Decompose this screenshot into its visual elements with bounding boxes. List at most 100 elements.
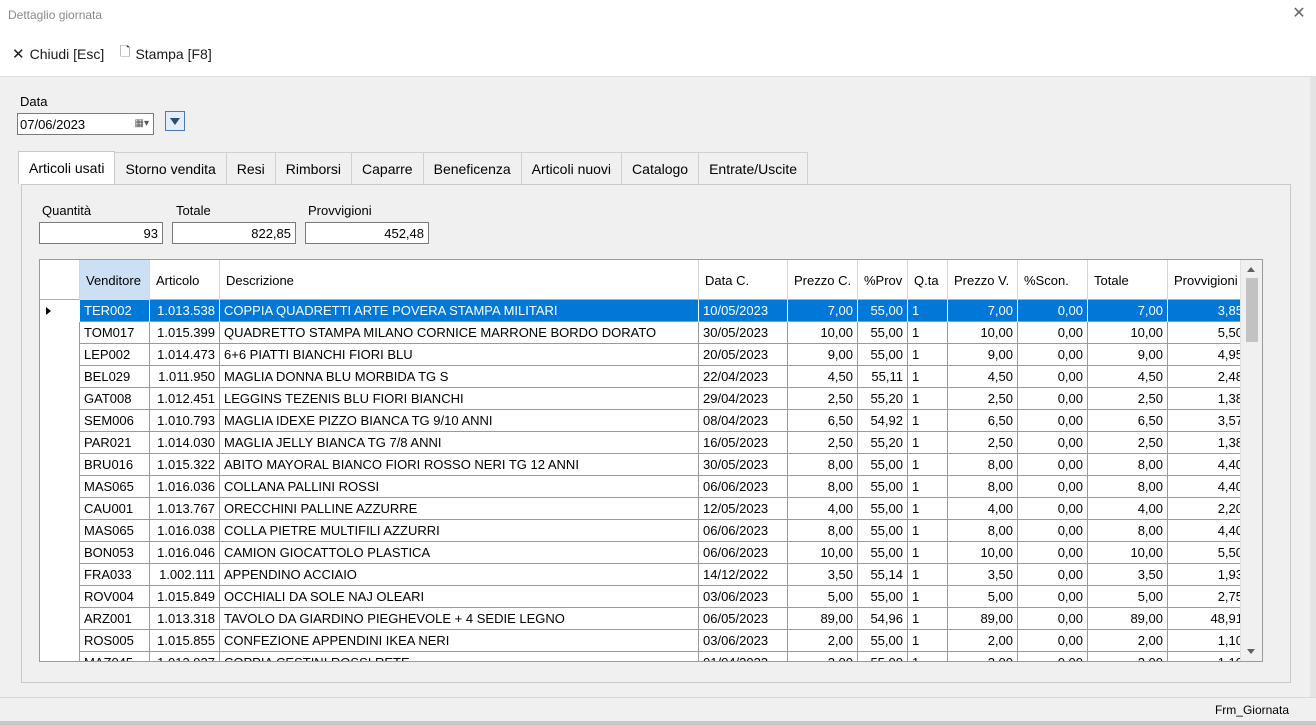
cell[interactable]: MAGLIA IDEXE PIZZO BIANCA TG 9/10 ANNI: [220, 410, 699, 432]
cell[interactable]: 1.015.322: [150, 454, 220, 476]
cell[interactable]: COLLA PIETRE MULTIFILI AZZURRI: [220, 520, 699, 542]
cell[interactable]: FRA033: [80, 564, 150, 586]
cell[interactable]: 2,00: [1088, 630, 1168, 652]
cell[interactable]: MAGLIA DONNA BLU MORBIDA TG S: [220, 366, 699, 388]
cell[interactable]: LEGGINS TEZENIS BLU FIORI BIANCHI: [220, 388, 699, 410]
date-picker[interactable]: 07/06/2023 ▦▾: [17, 113, 154, 135]
cell[interactable]: 0,00: [1018, 564, 1088, 586]
articles-grid[interactable]: Venditore Articolo Descrizione Data C. Prezz…: [39, 259, 1263, 662]
cell[interactable]: 1.015.399: [150, 322, 220, 344]
cell[interactable]: 1.002.111: [150, 564, 220, 586]
cell[interactable]: 20/05/2023: [699, 344, 788, 366]
cell[interactable]: 2,00: [788, 630, 858, 652]
cell[interactable]: ABITO MAYORAL BIANCO FIORI ROSSO NERI TG…: [220, 454, 699, 476]
cell[interactable]: 10,00: [1088, 542, 1168, 564]
cell[interactable]: 3,50: [1088, 564, 1168, 586]
cell[interactable]: 1: [908, 322, 948, 344]
table-row[interactable]: SEM006 1.010.793 MAGLIA IDEXE PIZZO BIANCA…: [40, 410, 1240, 432]
cell[interactable]: 1: [908, 498, 948, 520]
cell[interactable]: GAT008: [80, 388, 150, 410]
row-indicator[interactable]: [40, 476, 80, 498]
column-header[interactable]: Provvigioni: [1168, 260, 1248, 300]
cell[interactable]: 0,00: [1018, 498, 1088, 520]
filter-button[interactable]: [165, 111, 185, 131]
cell[interactable]: 9,00: [1088, 344, 1168, 366]
cell[interactable]: 2,75: [1168, 586, 1240, 608]
cell[interactable]: 8,00: [1088, 476, 1168, 498]
cell[interactable]: MAS065: [80, 476, 150, 498]
tab-rimborsi[interactable]: Rimborsi: [274, 152, 353, 184]
cell[interactable]: 2,48: [1168, 366, 1240, 388]
cell[interactable]: 0,00: [1018, 366, 1088, 388]
cell[interactable]: 2,50: [788, 432, 858, 454]
cell[interactable]: MAZ045: [80, 652, 150, 661]
cell[interactable]: 06/06/2023: [699, 542, 788, 564]
table-row[interactable]: TER002 1.013.538 COPPIA QUADRETTI ARTE POV…: [40, 300, 1240, 322]
row-indicator[interactable]: [40, 586, 80, 608]
cell[interactable]: 0,00: [1018, 476, 1088, 498]
cell[interactable]: 0,00: [1018, 388, 1088, 410]
cell[interactable]: 4,00: [788, 498, 858, 520]
column-header[interactable]: %Scon.: [1018, 260, 1088, 300]
cell[interactable]: 55,00: [858, 498, 908, 520]
cell[interactable]: 4,95: [1168, 344, 1240, 366]
cell[interactable]: 2,00: [1088, 652, 1168, 661]
cell[interactable]: 06/05/2023: [699, 608, 788, 630]
cell[interactable]: SEM006: [80, 410, 150, 432]
cell[interactable]: CAMION GIOCATTOLO PLASTICA: [220, 542, 699, 564]
cell[interactable]: 9,00: [788, 344, 858, 366]
column-header[interactable]: %Prov: [858, 260, 908, 300]
row-indicator[interactable]: [40, 542, 80, 564]
cell[interactable]: 8,00: [1088, 520, 1168, 542]
cell[interactable]: 4,00: [948, 498, 1018, 520]
row-indicator[interactable]: [40, 608, 80, 630]
cell[interactable]: 4,50: [948, 366, 1018, 388]
cell[interactable]: 55,14: [858, 564, 908, 586]
cell[interactable]: 1: [908, 366, 948, 388]
cell[interactable]: 1.015.849: [150, 586, 220, 608]
cell[interactable]: BRU016: [80, 454, 150, 476]
cell[interactable]: 01/04/2023: [699, 652, 788, 661]
cell[interactable]: 4,40: [1168, 520, 1240, 542]
cell[interactable]: 0,00: [1018, 586, 1088, 608]
cell[interactable]: 55,00: [858, 476, 908, 498]
tab-catalogo[interactable]: Catalogo: [621, 152, 700, 184]
cell[interactable]: TOM017: [80, 322, 150, 344]
table-row[interactable]: PAR021 1.014.030 MAGLIA JELLY BIANCA TG 7/…: [40, 432, 1240, 454]
scroll-up-icon[interactable]: [1247, 267, 1255, 272]
cell[interactable]: 10/05/2023: [699, 300, 788, 322]
cell[interactable]: 0,00: [1018, 652, 1088, 661]
table-row[interactable]: TOM017 1.015.399 QUADRETTO STAMPA MILANO C…: [40, 322, 1240, 344]
table-row[interactable]: BRU016 1.015.322 ABITO MAYORAL BIANCO FIOR…: [40, 454, 1240, 476]
cell[interactable]: 2,50: [948, 388, 1018, 410]
cell[interactable]: 89,00: [788, 608, 858, 630]
cell[interactable]: 0,00: [1018, 542, 1088, 564]
cell[interactable]: 1.016.038: [150, 520, 220, 542]
cell[interactable]: TAVOLO DA GIARDINO PIEGHEVOLE + 4 SEDIE …: [220, 608, 699, 630]
scroll-down-icon[interactable]: [1247, 649, 1255, 654]
column-header[interactable]: Articolo: [150, 260, 220, 300]
cell[interactable]: BON053: [80, 542, 150, 564]
cell[interactable]: 2,20: [1168, 498, 1240, 520]
cell[interactable]: 1.013.767: [150, 498, 220, 520]
cell[interactable]: 10,00: [788, 542, 858, 564]
cell[interactable]: 6,50: [788, 410, 858, 432]
cell[interactable]: 1: [908, 586, 948, 608]
cell[interactable]: 1.013.937: [150, 652, 220, 661]
cell[interactable]: 0,00: [1018, 454, 1088, 476]
table-row[interactable]: LEP002 1.014.473 6+6 PIATTI BIANCHI FIORI …: [40, 344, 1240, 366]
cell[interactable]: COPPIA CESTINI ROSSI RETE: [220, 652, 699, 661]
scroll-thumb[interactable]: [1246, 278, 1258, 342]
cell[interactable]: 1: [908, 630, 948, 652]
cell[interactable]: 48,91: [1168, 608, 1240, 630]
cell[interactable]: 30/05/2023: [699, 454, 788, 476]
cell[interactable]: 55,00: [858, 520, 908, 542]
cell[interactable]: LEP002: [80, 344, 150, 366]
cell[interactable]: 1: [908, 652, 948, 661]
cell[interactable]: 55,00: [858, 454, 908, 476]
cell[interactable]: 1.016.046: [150, 542, 220, 564]
cell[interactable]: 1,10: [1168, 630, 1240, 652]
cell[interactable]: 10,00: [948, 322, 1018, 344]
cell[interactable]: 08/04/2023: [699, 410, 788, 432]
cell[interactable]: 55,00: [858, 586, 908, 608]
